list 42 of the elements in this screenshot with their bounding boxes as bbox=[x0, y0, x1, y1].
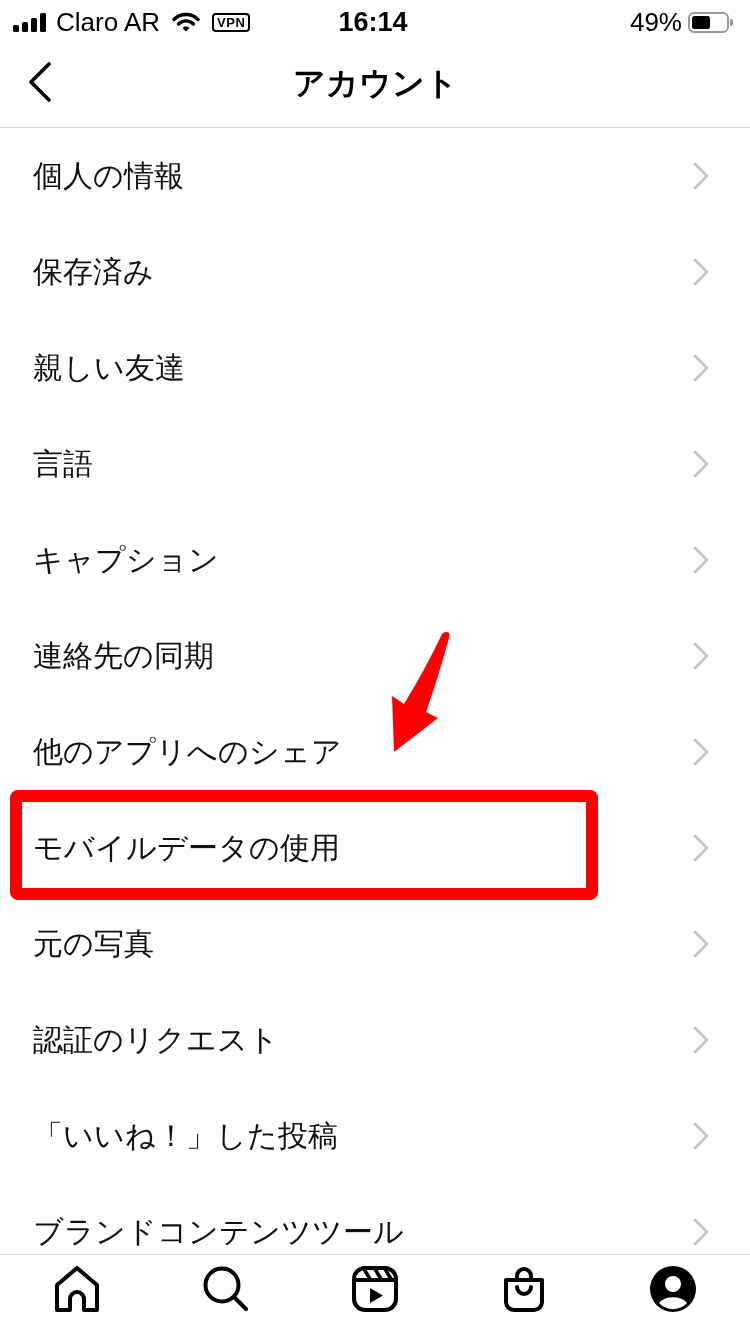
status-time: 16:14 bbox=[338, 7, 408, 37]
battery-icon bbox=[688, 11, 733, 33]
menu-item[interactable]: 認証のリクエスト bbox=[0, 1002, 750, 1078]
menu-item[interactable]: 言語 bbox=[0, 426, 750, 502]
menu-item[interactable]: 連絡先の同期 bbox=[0, 618, 750, 694]
search-tab[interactable] bbox=[202, 1266, 249, 1312]
video-play-icon bbox=[351, 1266, 398, 1312]
menu-item[interactable]: 個人の情報 bbox=[0, 138, 750, 214]
chevron-right-icon bbox=[693, 738, 709, 766]
menu-item[interactable]: モバイルデータの使用 bbox=[0, 810, 750, 886]
header-title: アカウント bbox=[292, 64, 458, 103]
chevron-right-icon bbox=[693, 450, 709, 478]
reels-tab[interactable] bbox=[351, 1266, 398, 1312]
chevron-right-icon bbox=[693, 1218, 709, 1246]
menu-item[interactable]: 他のアプリへのシェア bbox=[0, 714, 750, 790]
back-icon bbox=[26, 62, 54, 102]
wifi-icon bbox=[172, 12, 201, 32]
vpn-badge: VPN bbox=[212, 12, 251, 32]
battery-percent: 49% bbox=[629, 7, 682, 37]
search-icon bbox=[202, 1266, 249, 1312]
chevron-right-icon bbox=[693, 354, 709, 382]
menu-item[interactable]: 保存済み bbox=[0, 234, 750, 310]
carrier-name: Claro AR bbox=[56, 7, 161, 37]
chevron-right-icon bbox=[693, 930, 709, 958]
menu-item[interactable]: ブランドコンテンツツール bbox=[0, 1194, 750, 1254]
home-icon bbox=[53, 1266, 100, 1312]
chevron-right-icon bbox=[693, 162, 709, 190]
profile-tab[interactable] bbox=[650, 1266, 697, 1312]
chevron-right-icon bbox=[693, 1026, 709, 1054]
back-button[interactable] bbox=[26, 62, 54, 102]
signal-icon bbox=[13, 12, 46, 32]
chevron-right-icon bbox=[693, 1122, 709, 1150]
chevron-right-icon bbox=[693, 546, 709, 574]
menu-item[interactable]: キャプション bbox=[0, 522, 750, 598]
home-tab[interactable] bbox=[53, 1266, 100, 1312]
menu-item[interactable]: 元の写真 bbox=[0, 906, 750, 982]
menu-item[interactable]: 親しい友達 bbox=[0, 330, 750, 406]
menu-item[interactable]: 「いいね！」した投稿 bbox=[0, 1098, 750, 1174]
chevron-right-icon bbox=[693, 258, 709, 286]
chevron-right-icon bbox=[693, 834, 709, 862]
chevron-right-icon bbox=[693, 642, 709, 670]
profile-avatar-icon bbox=[650, 1266, 697, 1312]
